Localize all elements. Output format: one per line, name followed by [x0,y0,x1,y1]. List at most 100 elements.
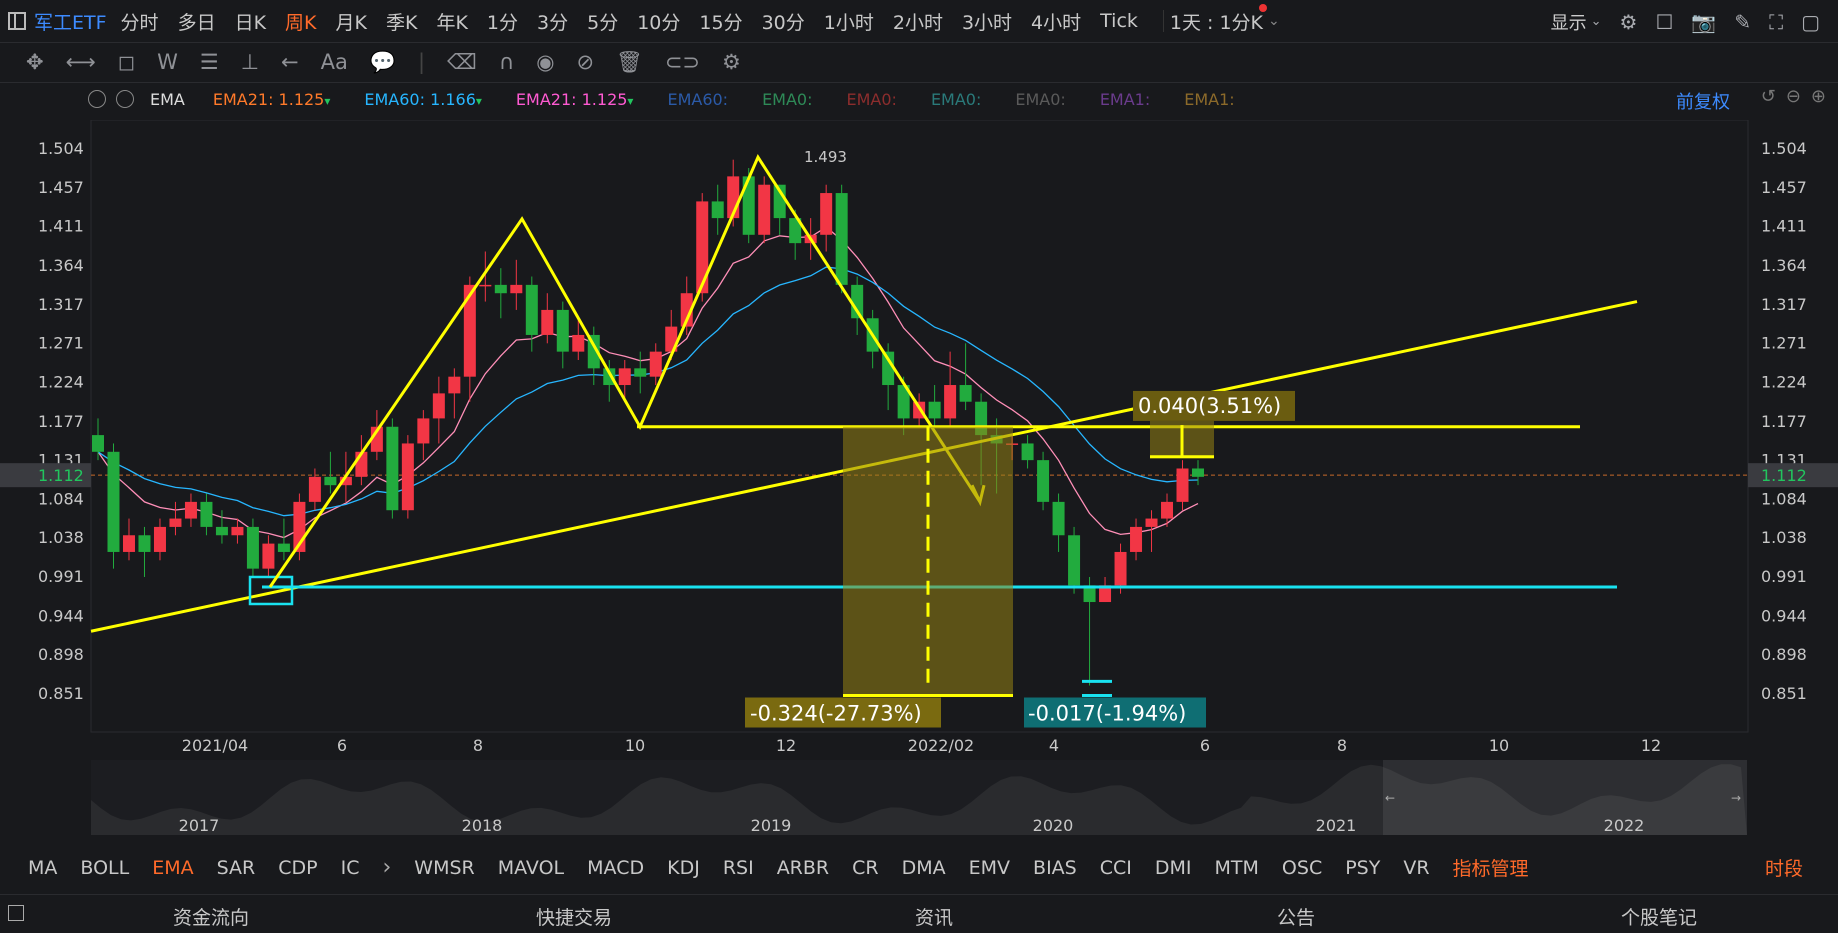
move-icon[interactable]: ✥ [26,52,44,73]
indicator-item[interactable]: KDJ [667,857,700,879]
y-tick-label: 0.944 [38,606,84,625]
period-tab[interactable]: 1小时 [824,8,874,35]
eraser-icon[interactable]: ⌫ [447,52,477,73]
indicator-item[interactable]: DMI [1155,857,1192,879]
indicator-name[interactable]: EMA [150,90,185,109]
tab-quick-trade[interactable]: 快捷交易 [536,903,612,930]
period-tab[interactable]: 4小时 [1031,8,1081,35]
hide-icon[interactable]: ⊘ [577,52,595,73]
candle-body [432,393,445,419]
indicator-item[interactable]: DMA [902,857,946,879]
camera-icon[interactable]: 📷 [1691,12,1716,32]
trash-icon[interactable]: 🗑 [616,52,643,73]
square-icon[interactable]: ☐ [1655,12,1673,32]
indicator-item[interactable]: EMA [152,857,193,879]
period-tab[interactable]: 15分 [699,8,742,35]
undo-icon[interactable]: ↺ [1761,88,1776,106]
period-tab[interactable]: 年K [436,8,467,35]
arrow-tool-icon[interactable]: ← [281,52,299,73]
indicator-item[interactable]: RSI [723,857,754,879]
chevron-down-icon[interactable]: ⌄ [1268,14,1280,28]
indicator-manage-button[interactable]: 指标管理 [1453,854,1529,881]
period-tab[interactable]: 30分 [762,8,805,35]
period-tab[interactable]: Tick [1100,10,1138,32]
period-tab[interactable]: 5分 [587,8,618,35]
gear-icon[interactable]: ⚙ [1620,12,1638,32]
period-tab[interactable]: 月K [336,8,367,35]
tab-fund-flow[interactable]: 资金流向 [173,903,249,930]
settings-circle-icon[interactable] [88,90,106,108]
timeline-navigator[interactable]: ← → 2017 2018 2019 2020 2021 2022 [91,760,1747,835]
navigator-handle-left[interactable]: ← [1385,791,1395,805]
period-tab[interactable]: 周K [285,8,316,35]
layout-icon[interactable] [8,12,26,30]
period-tab[interactable]: 日K [235,8,266,35]
period-tab[interactable]: 3分 [537,8,568,35]
indicator-item[interactable]: ARBR [777,857,829,879]
close-circle-icon[interactable] [116,90,134,108]
fullscreen-icon[interactable]: ⛶ [1769,12,1783,32]
symbol-name[interactable]: 军工ETF [34,8,107,35]
adjust-mode[interactable]: 前复权 [1676,88,1730,114]
indicator-item[interactable]: OSC [1282,857,1322,879]
y-tick-label: 1.364 [38,256,84,275]
indicator-item[interactable]: IC [341,857,360,879]
wave-tool-icon[interactable]: W [157,52,178,73]
legend-item: EMA21: 1.125▾ [212,89,331,109]
fib-tool-icon[interactable]: ☰ [200,52,219,73]
indicator-item[interactable]: CCI [1100,857,1132,879]
tab-announcements[interactable]: 公告 [1277,903,1315,930]
period-tab[interactable]: 分时 [121,8,159,35]
indicator-item[interactable]: MTM [1215,857,1259,879]
zoom-in-icon[interactable]: ⊕ [1811,88,1826,106]
y-axis-left: 1.504 1.457 1.411 1.364 1.317 1.271 1.224 1.177… [0,139,91,703]
price-chart[interactable]: 1.504 1.457 1.411 1.364 1.317 1.271 1.224 1.177… [0,120,1838,760]
legend-item: EMA0: [1015,89,1066,109]
navigator-window[interactable] [1383,760,1747,835]
candle-body [1068,535,1081,586]
tab-stock-notes[interactable]: 个股笔记 [1621,903,1697,930]
measure-tool-icon[interactable]: ⊥ [241,52,259,73]
indicator-item[interactable]: VR [1403,857,1429,879]
period-tab[interactable]: 1分 [487,8,518,35]
tab-news[interactable]: 资讯 [915,903,953,930]
indicator-item[interactable]: SAR [217,857,256,879]
y-tick-label: 0.851 [1761,684,1807,703]
indicator-item[interactable]: MAVOL [498,857,564,879]
range-selector[interactable]: 1天 : 1分K [1170,8,1263,35]
indicator-item[interactable]: MA [28,857,57,879]
text-tool-icon[interactable]: Aa [321,52,348,73]
navigator-handle-right[interactable]: → [1731,791,1741,805]
candle-body [618,368,631,386]
settings-icon[interactable]: ⚙ [722,52,741,73]
y-tick-label: 1.038 [1761,528,1807,547]
display-menu[interactable]: 显示 [1551,9,1587,35]
pencil-icon[interactable]: ✎ [1734,12,1751,32]
indicator-item[interactable]: CR [852,857,878,879]
magnet-icon[interactable]: ∩ [499,52,514,73]
maximize-icon[interactable]: ▢ [1801,12,1820,32]
indicator-item[interactable]: MACD [587,857,644,879]
line-tool-icon[interactable]: ⟷ [66,52,96,73]
shape-tool-icon[interactable]: ◻ [118,52,135,73]
period-tab[interactable]: 季K [386,8,417,35]
period-tab[interactable]: 3小时 [962,8,1012,35]
indicator-item[interactable]: BIAS [1033,857,1077,879]
indicator-item[interactable]: EMV [969,857,1010,879]
period-tab[interactable]: 2小时 [893,8,943,35]
indicator-item[interactable]: BOLL [80,857,129,879]
zoom-out-icon[interactable]: ⊖ [1786,88,1801,106]
panel-toggle-icon[interactable] [8,905,24,921]
comment-icon[interactable]: 💬 [370,52,396,73]
period-tab[interactable]: 多日 [178,8,216,35]
period-button[interactable]: 时段 [1765,854,1803,881]
eye-icon[interactable]: ◉ [536,52,554,73]
chevron-right-icon[interactable]: › [382,855,391,880]
indicator-item[interactable]: PSY [1345,857,1380,879]
chevron-down-icon[interactable]: ⌄ [1591,15,1602,28]
candle-body [386,426,399,511]
indicator-item[interactable]: WMSR [414,857,474,879]
indicator-item[interactable]: CDP [278,857,317,879]
period-tab[interactable]: 10分 [637,8,680,35]
lock-icon[interactable]: ⊂⊃ [665,52,700,73]
